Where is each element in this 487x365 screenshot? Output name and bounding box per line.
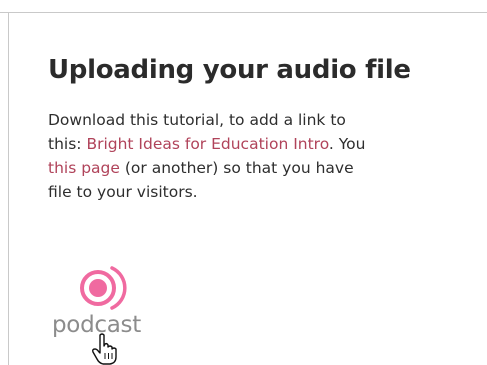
paragraph-line-2-tail: . You [328,135,366,153]
top-border [0,12,487,13]
page-frame: Uploading your audio file Download this … [0,0,487,365]
podcast-button[interactable]: podcast [52,262,162,342]
paragraph-line-4: file to your visitors. [48,183,198,201]
left-border [8,12,9,365]
paragraph-line-2-text: this: [48,135,87,153]
page-title: Uploading your audio file [48,55,411,85]
paragraph-line-2: this: Bright Ideas for Education Intro. … [48,132,487,156]
this-page-link[interactable]: this page [48,159,120,177]
podcast-broadcast-icon [80,266,127,310]
intro-paragraph: Download this tutorial, to add a link to… [48,108,487,204]
paragraph-line-1: Download this tutorial, to add a link to [48,111,346,129]
article-content: Uploading your audio file Download this … [48,52,487,204]
bright-ideas-intro-link[interactable]: Bright Ideas for Education Intro [86,135,328,153]
paragraph-line-3-text: (or another) so that you have [119,159,354,177]
paragraph-line-3: this page (or another) so that you have [48,156,487,180]
hand-pointer-icon [92,333,117,365]
